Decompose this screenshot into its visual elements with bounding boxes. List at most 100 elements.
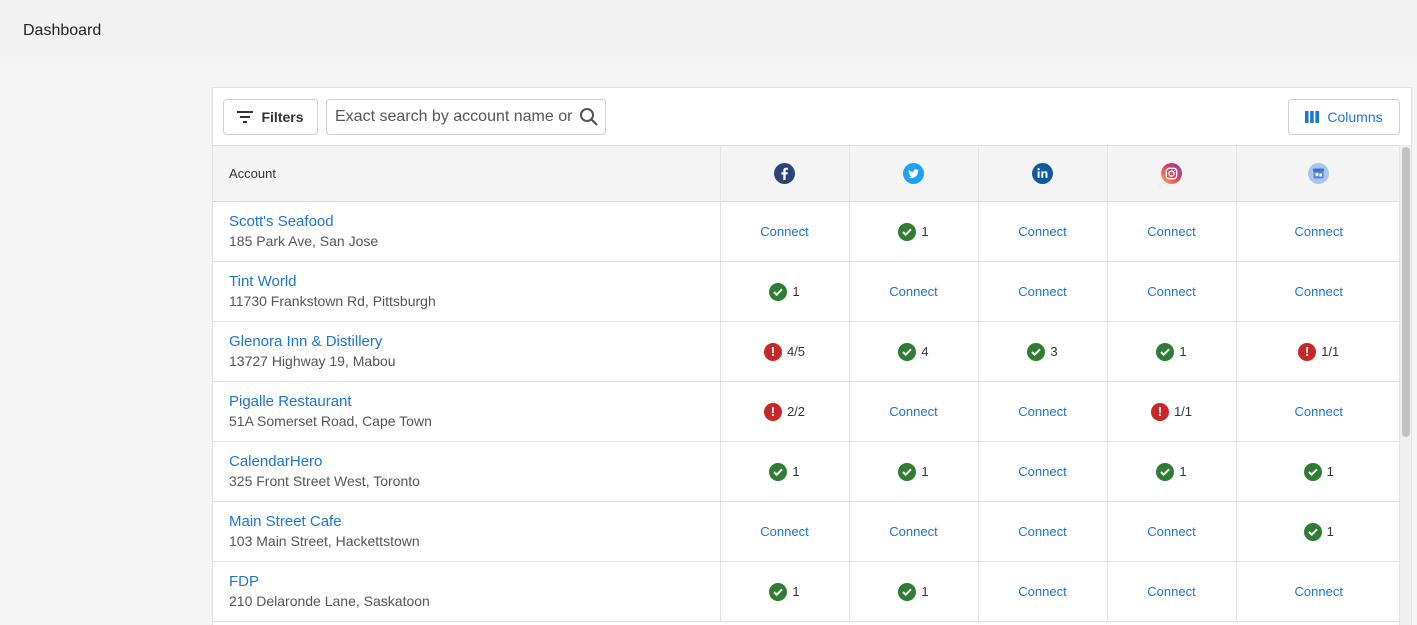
account-address: 11730 Frankstown Rd, Pittsburgh: [229, 293, 436, 309]
error-status[interactable]: ! 1/1: [1298, 342, 1339, 361]
connect-link[interactable]: Connect: [760, 224, 808, 239]
account-name-link[interactable]: Main Street Cafe: [229, 512, 720, 531]
error-status[interactable]: ! 4/5: [763, 342, 806, 361]
filters-label: Filters: [261, 108, 304, 125]
linkedin-status-cell: Connect: [977, 501, 1107, 562]
error-circle-icon: !: [1298, 342, 1317, 361]
google-my-business-status-cell: 1: [1235, 441, 1401, 502]
connect-link[interactable]: Connect: [1147, 524, 1195, 539]
connected-status[interactable]: 1: [898, 462, 929, 481]
account-name-link[interactable]: Pigalle Restaurant: [229, 392, 720, 411]
check-circle-icon: [1303, 462, 1322, 481]
account-cell: FDP 210 Delaronde Lane, Saskatoon: [213, 561, 720, 622]
twitter-status-cell: 1: [848, 441, 978, 502]
connected-count: 1: [792, 584, 800, 599]
connected-status[interactable]: 1: [898, 582, 929, 601]
top-bar: Dashboard: [0, 0, 1417, 62]
check-circle-icon: [1156, 462, 1175, 481]
instagram-status-cell: 1: [1106, 321, 1236, 382]
connect-link[interactable]: Connect: [1295, 284, 1343, 299]
connect-link[interactable]: Connect: [1295, 404, 1343, 419]
connect-link[interactable]: Connect: [889, 524, 937, 539]
error-count: 1/1: [1173, 404, 1193, 419]
table-row: Pigalle Restaurant 51A Somerset Road, Cap…: [213, 381, 1401, 442]
connected-status[interactable]: 1: [769, 582, 800, 601]
facebook-icon: [774, 163, 795, 184]
columns-label: Columns: [1327, 109, 1383, 125]
table-scrollbar[interactable]: [1399, 145, 1411, 625]
error-count: 4/5: [786, 344, 806, 359]
connect-link[interactable]: Connect: [1147, 584, 1195, 599]
connected-status[interactable]: 1: [898, 222, 929, 241]
check-circle-icon: [898, 582, 917, 601]
connected-status[interactable]: 1: [1156, 462, 1187, 481]
connect-link[interactable]: Connect: [1018, 464, 1066, 479]
connect-link[interactable]: Connect: [1295, 584, 1343, 599]
account-name-link[interactable]: FDP: [229, 572, 720, 591]
accounts-panel: Filters Columns Account: [212, 87, 1412, 625]
connected-status[interactable]: 4: [898, 342, 929, 361]
connected-count: 1: [921, 224, 929, 239]
google-my-business-icon: [1308, 163, 1330, 184]
connected-status[interactable]: 1: [1303, 462, 1334, 481]
connect-link[interactable]: Connect: [889, 404, 937, 419]
linkedin-status-cell: Connect: [977, 381, 1107, 442]
columns-button[interactable]: Columns: [1288, 99, 1400, 135]
table-row: Glenora Inn & Distillery 13727 Highway 19…: [213, 321, 1401, 382]
connected-status[interactable]: 3: [1027, 342, 1058, 361]
connect-link[interactable]: Connect: [1018, 404, 1066, 419]
error-status[interactable]: ! 2/2: [763, 402, 806, 421]
google-my-business-status-cell: Connect: [1235, 261, 1401, 322]
facebook-status-cell: ! 4/5: [719, 321, 849, 382]
filters-button[interactable]: Filters: [223, 98, 318, 135]
connected-status[interactable]: 1: [769, 282, 800, 301]
google-my-business-status-cell: 1: [1235, 501, 1401, 562]
account-name-link[interactable]: Glenora Inn & Distillery: [229, 332, 720, 351]
account-name-link[interactable]: Scott's Seafood: [229, 212, 720, 231]
connected-status[interactable]: 1: [1156, 342, 1187, 361]
connect-link[interactable]: Connect: [1018, 284, 1066, 299]
facebook-status-cell: 1: [719, 561, 849, 622]
account-column-header[interactable]: Account: [213, 145, 720, 202]
instagram-status-cell: Connect: [1106, 201, 1236, 262]
account-address: 325 Front Street West, Toronto: [229, 473, 420, 489]
connected-status[interactable]: 1: [1303, 522, 1334, 541]
linkedin-icon: [1032, 163, 1053, 184]
instagram-status-cell: Connect: [1106, 261, 1236, 322]
linkedin-status-cell: Connect: [977, 261, 1107, 322]
google-my-business-status-cell: ! 1/1: [1235, 321, 1401, 382]
connected-status[interactable]: 1: [769, 462, 800, 481]
connect-link[interactable]: Connect: [1295, 224, 1343, 239]
instagram-column-header: [1106, 145, 1236, 202]
account-address: 185 Park Ave, San Jose: [229, 233, 379, 249]
account-name-link[interactable]: Tint World: [229, 272, 720, 291]
facebook-status-cell: 1: [719, 261, 849, 322]
connect-link[interactable]: Connect: [1018, 224, 1066, 239]
connect-link[interactable]: Connect: [889, 284, 937, 299]
accounts-table: Account Scott's Seafood185 Park Ave, Sa: [213, 145, 1401, 622]
account-cell: Tint World 11730 Frankstown Rd, Pittsburg…: [213, 261, 720, 322]
error-count: 2/2: [786, 404, 806, 419]
connect-link[interactable]: Connect: [1018, 584, 1066, 599]
twitter-column-header: [848, 145, 978, 202]
connect-link[interactable]: Connect: [760, 524, 808, 539]
search-icon[interactable]: [579, 107, 599, 127]
connect-link[interactable]: Connect: [1018, 524, 1066, 539]
google-my-business-status-cell: Connect: [1235, 381, 1401, 442]
check-circle-icon: [769, 282, 788, 301]
account-name-link[interactable]: CalendarHero: [229, 452, 720, 471]
table-row: Scott's Seafood 185 Park Ave, San Jose Con…: [213, 201, 1401, 262]
twitter-status-cell: 1: [848, 201, 978, 262]
connect-link[interactable]: Connect: [1147, 284, 1195, 299]
linkedin-status-cell: Connect: [977, 441, 1107, 502]
instagram-status-cell: Connect: [1106, 561, 1236, 622]
instagram-status-cell: Connect: [1106, 501, 1236, 562]
search-input[interactable]: [335, 107, 579, 126]
error-status[interactable]: ! 1/1: [1150, 402, 1193, 421]
twitter-icon: [903, 163, 924, 184]
table-row: FDP 210 Delaronde Lane, Saskatoon 1 1 Connec…: [213, 561, 1401, 622]
scrollbar-thumb[interactable]: [1402, 147, 1410, 437]
account-cell: Main Street Cafe 103 Main Street, Hackett…: [213, 501, 720, 562]
connect-link[interactable]: Connect: [1147, 224, 1195, 239]
instagram-icon: [1161, 163, 1182, 184]
